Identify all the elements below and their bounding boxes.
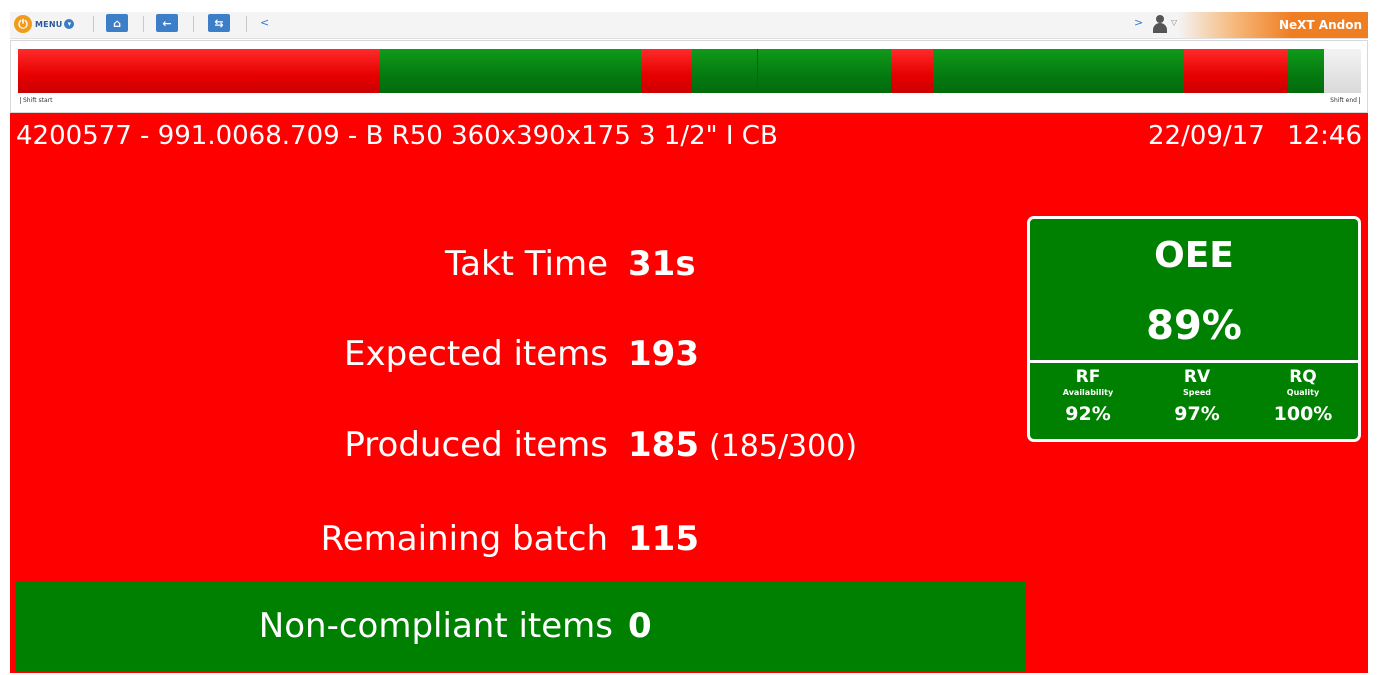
- timeline-segment-run: [380, 49, 641, 93]
- oee-rv-value: 97%: [1174, 403, 1220, 425]
- toolbar-separator: [143, 16, 144, 32]
- user-icon[interactable]: [1153, 15, 1167, 33]
- expected-items-row: Expected items 193: [10, 324, 1026, 384]
- timeline-segment-stop: [18, 49, 380, 93]
- scroll-left-chevron[interactable]: <: [260, 16, 269, 29]
- oee-title: OEE: [1154, 235, 1234, 276]
- brand-banner: NeXT Andon: [1178, 12, 1368, 38]
- produced-items-progress: (185/300): [708, 429, 858, 464]
- shift-end-label: Shift end: [1330, 97, 1360, 104]
- brand-name: NeXT Andon: [1278, 18, 1362, 32]
- takt-time-value: 31s: [628, 244, 696, 284]
- toolbar-separator: [246, 16, 247, 32]
- back-arrow-icon: ←: [162, 16, 172, 30]
- current-time: 12:46: [1287, 121, 1362, 151]
- oee-rv-name: Speed: [1182, 388, 1212, 397]
- refresh-icon: ⇆: [214, 16, 224, 30]
- oee-availability: RF Availability 92%: [1033, 367, 1143, 427]
- user-menu-caret-icon[interactable]: ▽: [1171, 18, 1177, 27]
- expected-items-value: 193: [628, 334, 699, 374]
- non-compliant-items-row: Non-compliant items 0: [15, 581, 1026, 671]
- timeline-segment-run: [692, 49, 757, 93]
- produced-items-value: 185: [628, 425, 699, 465]
- oee-quality: RQ Quality 100%: [1248, 367, 1358, 427]
- menu-button[interactable]: ⏻ MENU ▾: [14, 14, 88, 34]
- oee-rq-name: Quality: [1286, 388, 1320, 397]
- shift-timeline: Shift start Shift end: [10, 40, 1368, 113]
- toolbar-separator: [93, 16, 94, 32]
- date-time: 22/09/17 12:46: [1148, 121, 1362, 151]
- remaining-batch-value: 115: [628, 519, 699, 559]
- order-title: 4200577 - 991.0068.709 - B R50 360x390x1…: [16, 121, 778, 151]
- refresh-button[interactable]: ⇆: [208, 14, 230, 32]
- oee-rq-value: 100%: [1273, 403, 1333, 425]
- timeline-segment-stop: [1184, 49, 1288, 93]
- oee-rf-value: 92%: [1065, 403, 1111, 425]
- timeline-segment-remaining: [1324, 49, 1361, 93]
- oee-rq-key: RQ: [1289, 367, 1317, 387]
- oee-rv-key: RV: [1183, 367, 1211, 387]
- timeline-segment-run: [1288, 49, 1324, 93]
- back-button[interactable]: ←: [156, 14, 178, 32]
- timeline-segment-stop: [641, 49, 692, 93]
- non-compliant-items-label: Non-compliant items: [258, 606, 613, 646]
- top-toolbar: ⏻ MENU ▾ ⌂ ← ⇆ < > ▽ NeXT Andon: [10, 12, 1368, 39]
- non-compliant-items-value: 0: [628, 606, 652, 646]
- toolbar-separator: [193, 16, 194, 32]
- oee-value: 89%: [1146, 303, 1242, 349]
- home-button[interactable]: ⌂: [106, 14, 128, 32]
- takt-time-label: Takt Time: [444, 244, 608, 284]
- takt-time-row: Takt Time 31s: [10, 234, 1026, 294]
- remaining-batch-label: Remaining batch: [320, 519, 608, 559]
- oee-divider: [1030, 360, 1358, 363]
- oee-rf-name: Availability: [1062, 388, 1114, 397]
- scroll-right-chevron[interactable]: >: [1134, 16, 1143, 29]
- oee-rf-key: RF: [1075, 367, 1101, 387]
- power-icon: ⏻: [14, 15, 32, 33]
- timeline-segment-run: [757, 49, 892, 93]
- produced-items-row: Produced items 185 (185/300): [10, 415, 1026, 475]
- oee-speed: RV Speed 97%: [1142, 367, 1252, 427]
- home-icon: ⌂: [113, 16, 121, 30]
- expected-items-label: Expected items: [344, 334, 608, 374]
- current-date: 22/09/17: [1148, 121, 1265, 151]
- timeline-segment-stop: [891, 49, 933, 93]
- remaining-batch-row: Remaining batch 115: [10, 509, 1026, 569]
- produced-items-value-group: 185 (185/300): [628, 425, 857, 465]
- shift-start-label: Shift start: [20, 97, 53, 104]
- menu-label: MENU: [35, 19, 63, 29]
- menu-dropdown-icon: ▾: [64, 19, 75, 29]
- oee-box: OEE 89% RF Availability 92% RV Speed 97%…: [1027, 216, 1361, 442]
- produced-items-label: Produced items: [344, 425, 608, 465]
- timeline-segment-run: [933, 49, 1184, 93]
- timeline-bar: [18, 49, 1373, 93]
- andon-status-panel: 4200577 - 991.0068.709 - B R50 360x390x1…: [10, 113, 1368, 673]
